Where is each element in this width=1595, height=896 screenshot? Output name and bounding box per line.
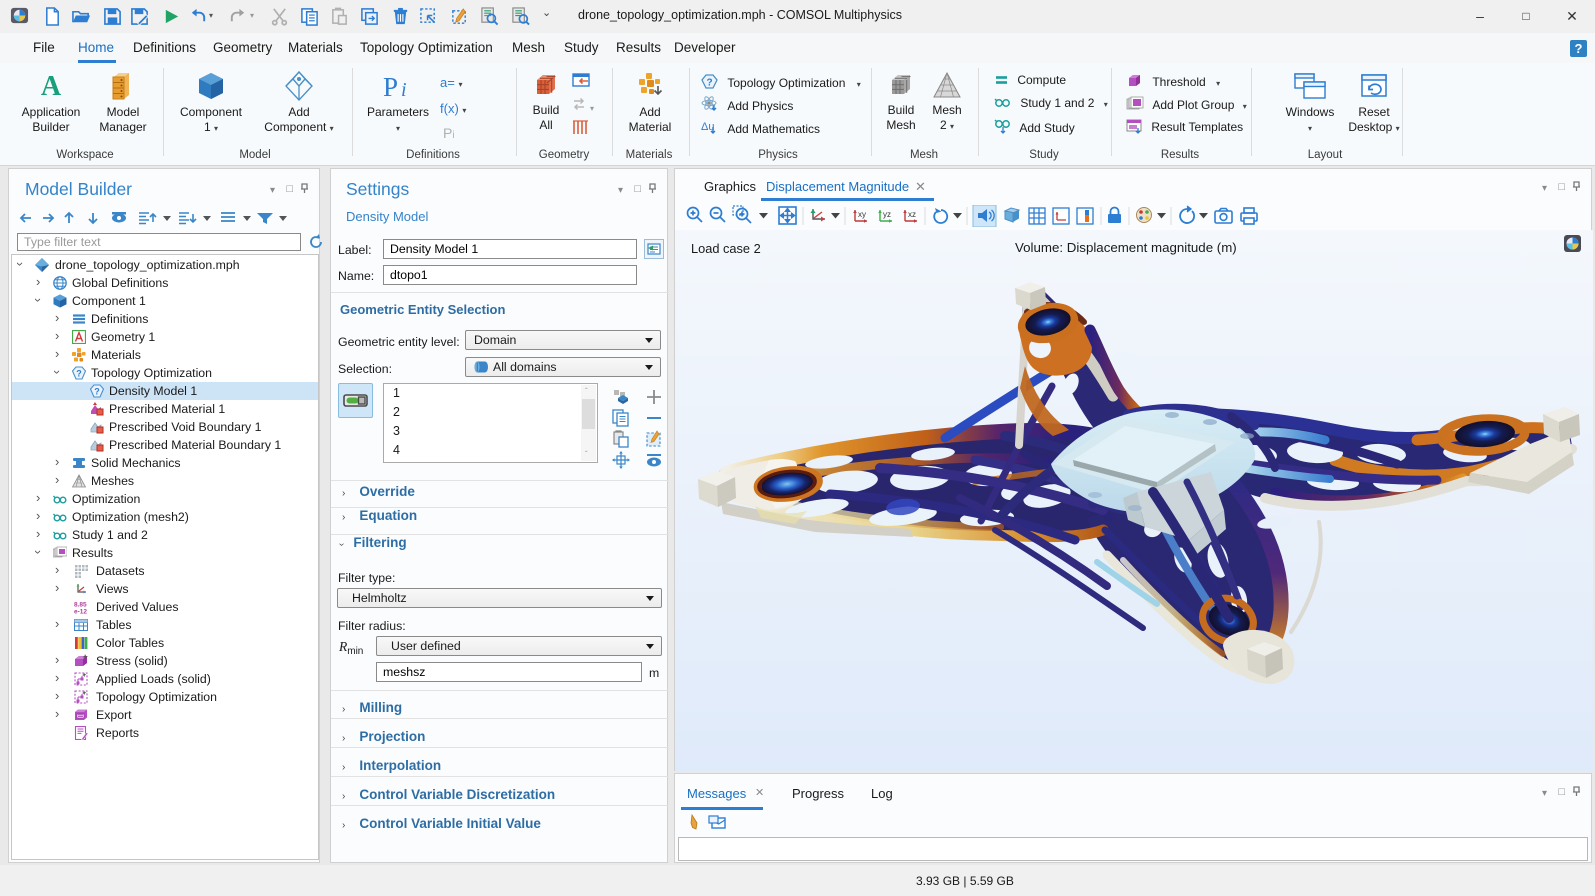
svg-text:xy: xy bbox=[858, 210, 866, 219]
svg-text:?: ? bbox=[706, 78, 712, 89]
svg-text:i: i bbox=[401, 79, 407, 101]
svg-text:yz: yz bbox=[883, 210, 891, 219]
svg-text:A: A bbox=[41, 71, 62, 101]
svg-text:P: P bbox=[383, 72, 398, 101]
svg-text:xz: xz bbox=[908, 210, 916, 219]
